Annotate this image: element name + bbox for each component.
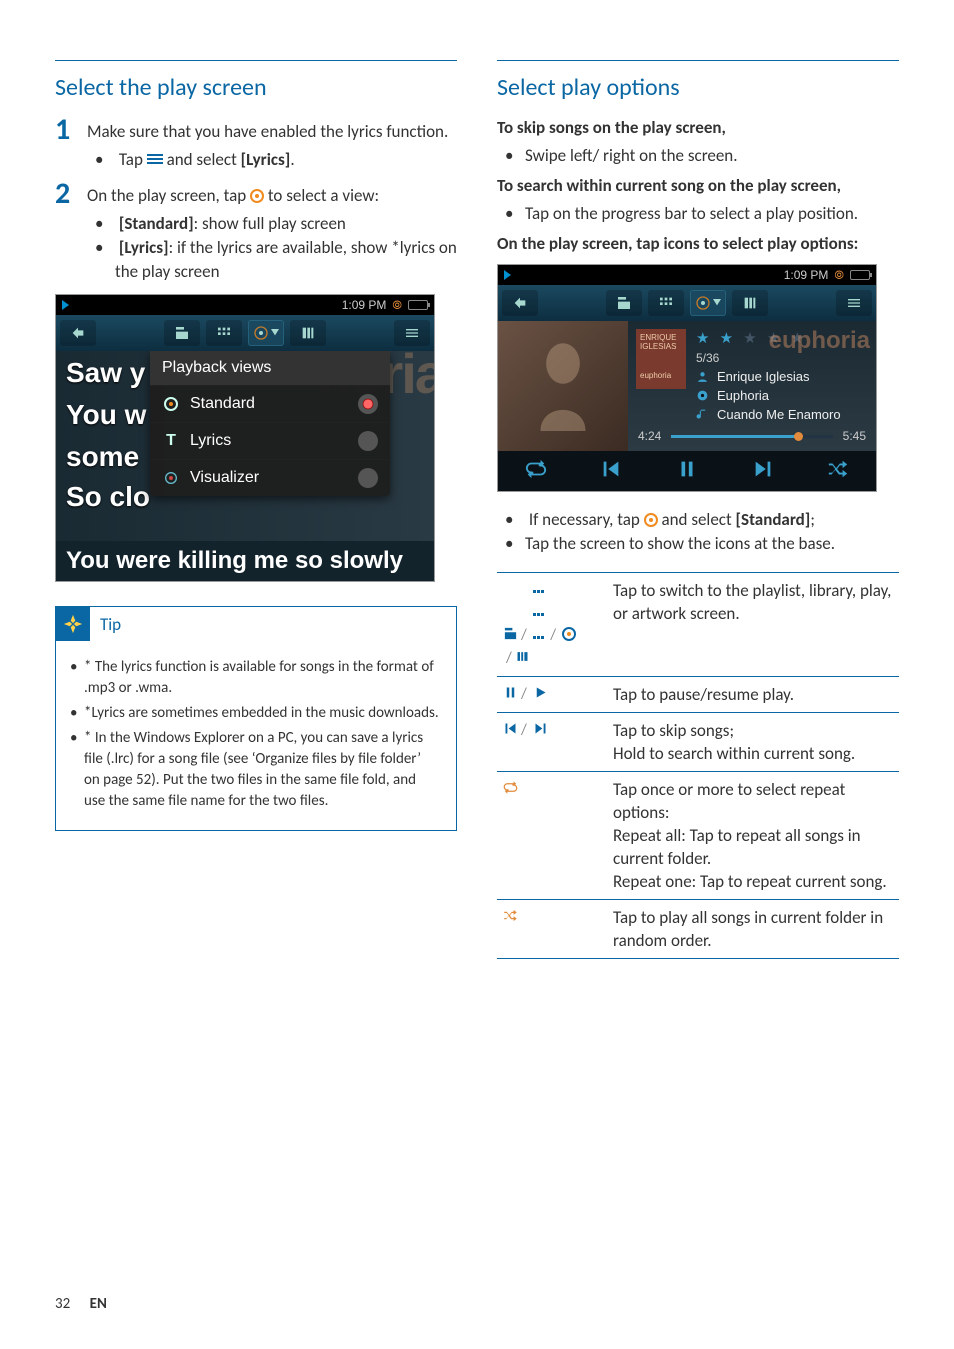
shuffle-button[interactable]: [827, 458, 849, 485]
lyric-line: So clo: [66, 481, 150, 513]
icon-desc: Tap to play all songs in current folder …: [607, 900, 899, 959]
info-song: Cuando Me Enamoro: [696, 407, 866, 422]
toolbar-menu-button[interactable]: [394, 320, 430, 346]
icon-desc: Tap to skip songs; Hold to search within…: [607, 713, 899, 772]
bg-brand-text: euphoria: [769, 327, 870, 355]
icon-cell-shuffle: [497, 900, 607, 959]
lyric-line: some: [66, 441, 139, 473]
toolbar-playview-button[interactable]: [690, 290, 726, 316]
step2-text: On the play screen, tap to select a view…: [87, 185, 379, 206]
post-note-standard: If necessary, tap and select [Standard];: [525, 508, 899, 532]
step2-opt-lyrics: [Lyrics]: if the lyrics are available, s…: [115, 236, 457, 284]
icon-cell-repeat: [497, 772, 607, 900]
prev-button[interactable]: [600, 458, 622, 485]
search-instruction: Tap on the progress bar to select a play…: [525, 202, 899, 226]
icon-cell-skip: /: [497, 713, 607, 772]
popup-header: Playback views: [150, 351, 390, 385]
wifi-icon: ⦾: [392, 298, 402, 313]
screenshot-playback-views: 1:09 PM ⦾ noria Saw y You w some: [55, 294, 435, 582]
post-note-tap: Tap the screen to show the icons at the …: [525, 532, 899, 556]
page-footer: 32 EN: [55, 1295, 107, 1313]
next-button[interactable]: [752, 458, 774, 485]
icon-cell-screens: / / /: [497, 573, 607, 677]
play-view-icon: [644, 513, 658, 527]
tip-item: *Lyrics are sometimes embedded in the mu…: [84, 703, 440, 724]
current-lyric-line: You were killing me so slowly: [56, 541, 434, 581]
popup-row-standard[interactable]: Standard: [150, 385, 390, 422]
tip-item: * In the Windows Explorer on a PC, you c…: [84, 728, 440, 812]
step1-text: Make sure that you have enabled the lyri…: [87, 121, 448, 142]
heading-select-play-options: Select play options: [497, 73, 899, 102]
playback-views-popup: Playback views Standard T Lyrics Visuali…: [150, 351, 390, 496]
status-time: 1:09 PM: [784, 268, 829, 282]
library-grid-icon: [533, 579, 547, 591]
time-current: 4:24: [638, 429, 661, 443]
step-number-1: 1: [55, 116, 77, 172]
play-indicator-icon: [62, 300, 69, 310]
wifi-icon: ⦾: [834, 268, 844, 283]
toolbar-artwork-button[interactable]: [732, 290, 768, 316]
play-indicator-icon: [504, 270, 511, 280]
subhead-skip: To skip songs on the play screen,: [497, 116, 899, 140]
tip-box: Tip * The lyrics function is available f…: [55, 606, 457, 831]
toolbar-menu-button[interactable]: [836, 290, 872, 316]
step2-opt-standard: [Standard]: show full play screen: [115, 212, 457, 236]
step1-bullet: Tap and select [Lyrics].: [115, 148, 457, 172]
page-language: EN: [90, 1295, 107, 1313]
pause-button[interactable]: [676, 458, 698, 485]
skip-instruction: Swipe left/ right on the screen.: [525, 144, 899, 168]
toolbar-playlist-button[interactable]: [164, 320, 200, 346]
subhead-icons: On the play screen, tap icons to select …: [497, 232, 899, 256]
repeat-button[interactable]: [525, 458, 547, 485]
toolbar-playview-button[interactable]: [248, 320, 284, 346]
lyric-line: Saw y: [66, 357, 145, 389]
screenshot-play-screen: 1:09 PM ⦾: [497, 264, 877, 492]
popup-row-lyrics[interactable]: T Lyrics: [150, 422, 390, 459]
toolbar-artwork-button[interactable]: [290, 320, 326, 346]
album-art-large: [498, 321, 628, 451]
hamburger-icon: [147, 154, 163, 166]
battery-icon: [408, 300, 428, 310]
toolbar-playlist-button[interactable]: [606, 290, 642, 316]
toolbar-library-button[interactable]: [648, 290, 684, 316]
icon-desc: Tap to pause/resume play.: [607, 677, 899, 713]
icon-desc: Tap to switch to the playlist, library, …: [607, 573, 899, 677]
lyric-line: You w: [66, 399, 146, 431]
tip-item: * The lyrics function is available for s…: [84, 657, 440, 699]
play-view-icon: [250, 189, 264, 203]
step-number-2: 2: [55, 180, 77, 284]
play-view-icon: [562, 627, 576, 641]
icon-reference-table: / / / Tap to switch to the playlist, lib…: [497, 572, 899, 959]
album-art-small: ENRIQUE IGLESIAS euphoria: [636, 329, 686, 389]
toolbar-back-button[interactable]: [60, 320, 96, 346]
toolbar-back-button[interactable]: [502, 290, 538, 316]
popup-row-visualizer[interactable]: Visualizer: [150, 459, 390, 496]
page-number: 32: [55, 1295, 70, 1313]
info-album: Euphoria: [696, 388, 866, 403]
time-total: 5:45: [843, 429, 866, 443]
status-time: 1:09 PM: [342, 298, 387, 312]
tip-icon: [56, 607, 90, 641]
info-artist: Enrique Iglesias: [696, 369, 866, 384]
tip-label: Tip: [100, 614, 121, 635]
toolbar-library-button[interactable]: [206, 320, 242, 346]
progress-bar[interactable]: 4:24 5:45: [638, 429, 866, 443]
icon-desc: Tap once or more to select repeat option…: [607, 772, 899, 900]
heading-select-play-screen: Select the play screen: [55, 73, 457, 102]
battery-icon: [850, 270, 870, 280]
icon-cell-pause-play: /: [497, 677, 607, 713]
subhead-search: To search within current song on the pla…: [497, 174, 899, 198]
